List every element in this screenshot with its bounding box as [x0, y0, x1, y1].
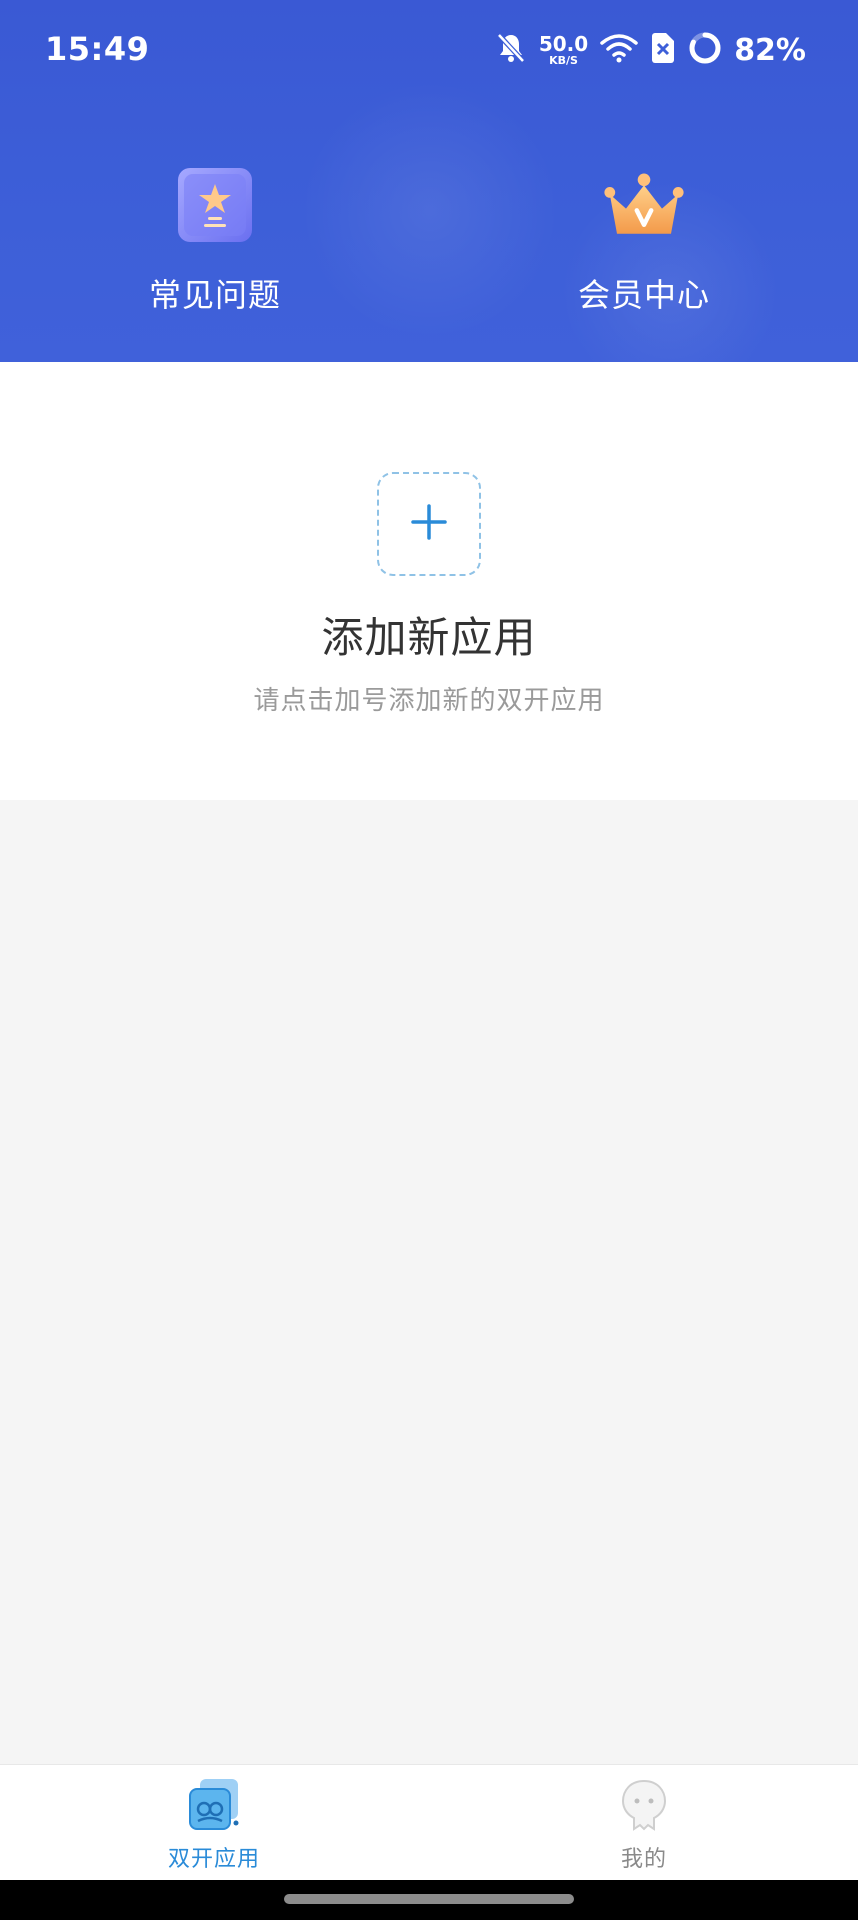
dual-app-icon: [184, 1777, 244, 1833]
bottom-nav: 双开应用 我的: [0, 1764, 858, 1880]
nav-tab-mine-label: 我的: [620, 1847, 667, 1872]
status-time: 15:49: [45, 30, 150, 68]
add-app-card: 添加新应用 请点击加号添加新的双开应用: [0, 362, 858, 800]
net-speed: 50.0 KB/S: [539, 34, 588, 66]
system-gesture-area: [0, 1880, 858, 1920]
nav-tab-dual-apps[interactable]: 双开应用: [114, 1777, 314, 1877]
nav-tab-dual-apps-label: 双开应用: [167, 1847, 260, 1872]
status-icons: 50.0 KB/S 82%: [495, 28, 806, 72]
faq-label: 常见问题: [148, 276, 281, 314]
profile-ghost-icon: [614, 1777, 674, 1833]
battery-percent: 82%: [734, 32, 806, 68]
crown-icon: [599, 160, 689, 250]
add-app-button[interactable]: [377, 472, 481, 576]
faq-shortcut[interactable]: 常见问题: [115, 160, 315, 320]
add-app-title: 添加新应用: [321, 613, 537, 662]
vip-center-shortcut[interactable]: 会员中心: [544, 160, 744, 320]
plus-icon: [409, 502, 449, 546]
app-list-area: [0, 800, 858, 1764]
nav-tab-mine[interactable]: 我的: [544, 1777, 744, 1877]
mute-bell-icon: [495, 31, 527, 69]
header-banner: 15:49 50.0 KB/S 82% 常见问题 会员中心: [0, 0, 858, 362]
status-bar: 15:49 50.0 KB/S 82%: [0, 0, 858, 100]
net-speed-value: 50.0: [538, 32, 589, 56]
wifi-icon: [600, 33, 638, 67]
gesture-handle[interactable]: [284, 1894, 574, 1904]
app-screen: 15:49 50.0 KB/S 82% 常见问题 会员中心 添加新应用 请点击加…: [0, 0, 858, 1920]
header-decoration: [300, 80, 560, 340]
net-speed-unit: KB/S: [549, 54, 578, 67]
add-app-subtitle: 请点击加号添加新的双开应用: [253, 686, 605, 716]
vip-center-label: 会员中心: [577, 276, 710, 314]
battery-ring-icon: [688, 31, 722, 69]
faq-trophy-icon: [170, 160, 260, 250]
sim-off-icon: [650, 32, 676, 68]
